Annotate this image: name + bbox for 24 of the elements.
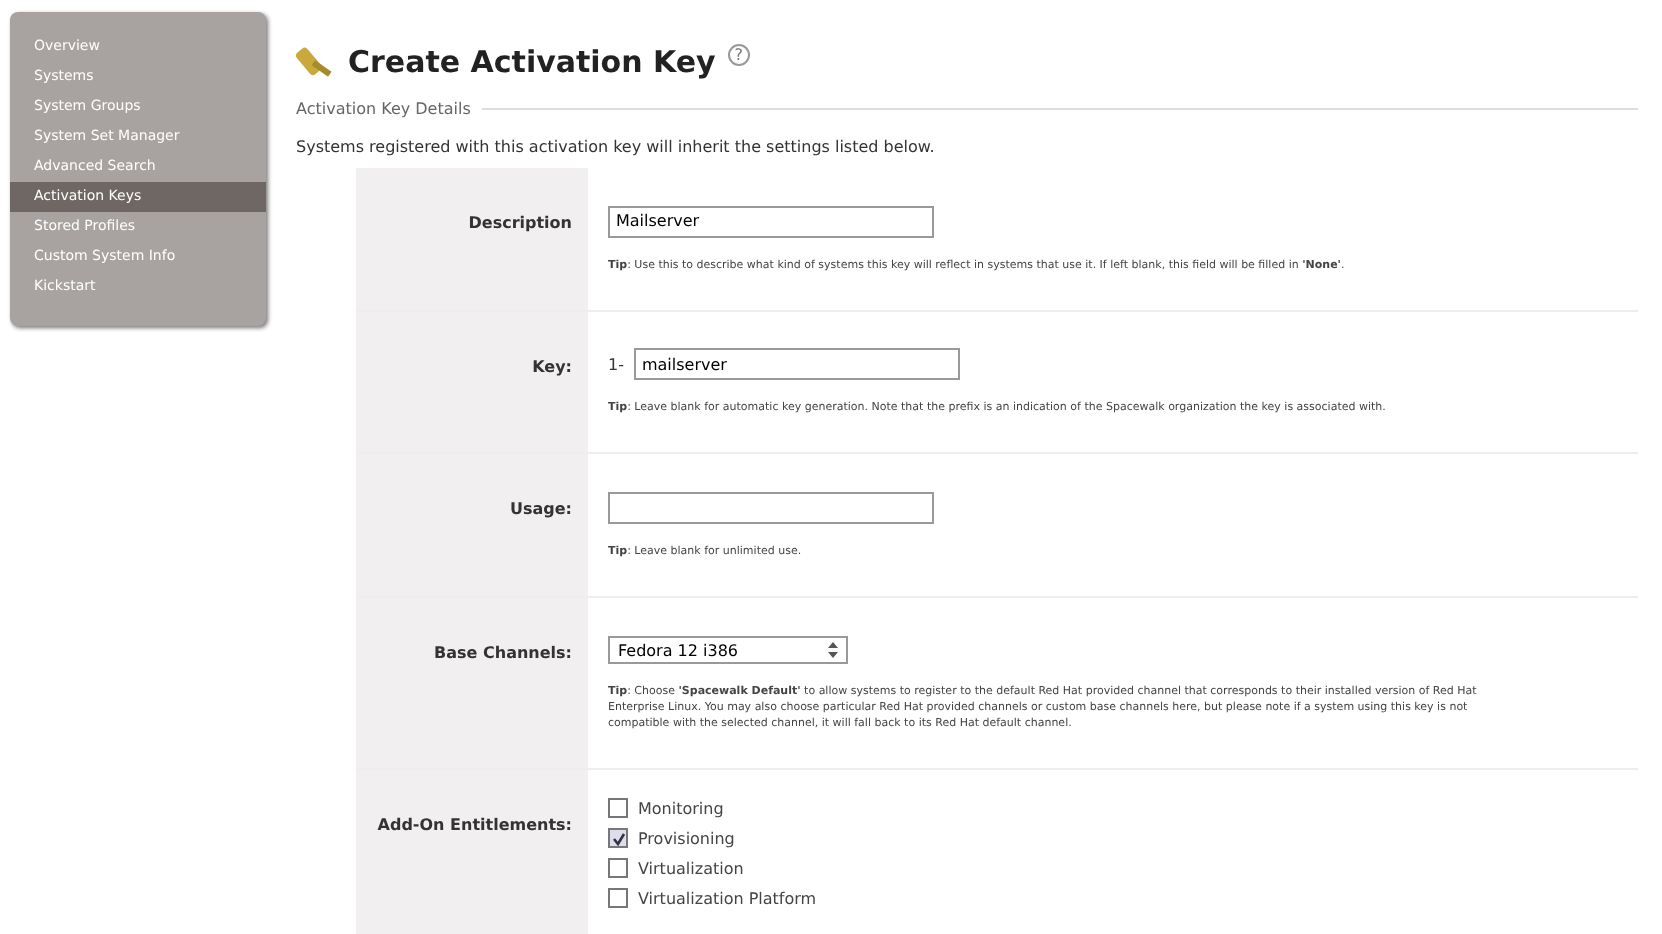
key-field[interactable]: mailserver [633, 348, 960, 380]
checkbox-option[interactable]: Virtualization Platform [608, 888, 1622, 908]
channel-select[interactable]: Fedora 12 i386 [608, 636, 848, 664]
section-heading: Activation Key Details [296, 100, 471, 118]
field-label: Base Channels: [434, 643, 572, 661]
checkbox-option[interactable]: Virtualization [608, 858, 1622, 878]
checkbox-option[interactable]: Provisioning [608, 828, 1622, 848]
checkbox[interactable] [608, 858, 628, 878]
page-title: Create Activation Key [348, 44, 716, 80]
checkbox[interactable] [608, 828, 628, 848]
field-label: Key: [532, 357, 572, 375]
field-label: Description [468, 214, 572, 232]
checkbox[interactable] [608, 888, 628, 908]
text-field[interactable] [608, 491, 934, 523]
field-label: Usage: [509, 500, 572, 518]
updown-icon [828, 642, 838, 658]
key-prefix: 1- [608, 355, 624, 373]
intro-text: Systems registered with this activation key will inherit the settings listed below. [296, 138, 937, 156]
field-label: Add-On Entitlements: [377, 816, 572, 834]
checkbox-option[interactable]: Monitoring [608, 798, 1622, 818]
text-field[interactable]: Mailserver [608, 205, 934, 237]
key-icon [296, 44, 336, 80]
help-icon[interactable]: ? [727, 44, 750, 66]
checkbox[interactable] [608, 798, 628, 818]
